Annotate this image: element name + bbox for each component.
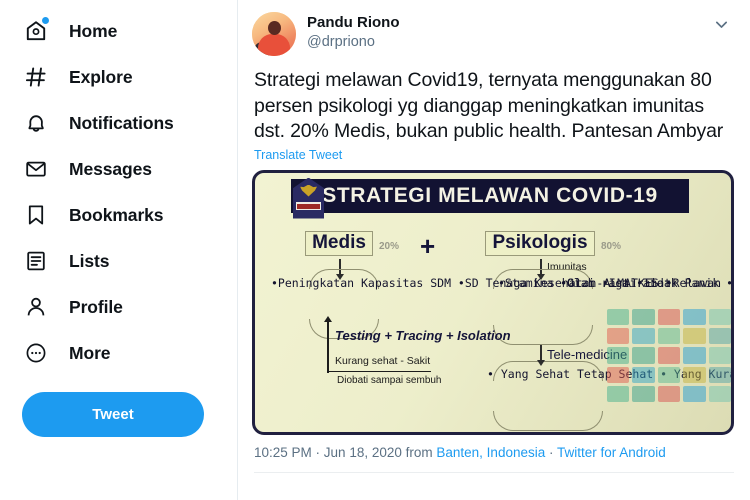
partner-logo <box>632 386 655 403</box>
sidebar-item-lists[interactable]: Lists <box>0 238 237 284</box>
partner-logo <box>632 308 655 325</box>
avatar-head <box>268 21 281 35</box>
partner-logo <box>683 366 706 384</box>
partner-logo <box>683 308 706 325</box>
partner-logo <box>657 386 681 403</box>
partner-logos-grid <box>607 308 731 403</box>
partner-logo <box>683 347 706 364</box>
partner-logo <box>708 366 731 384</box>
psikologis-percent: 80% <box>601 240 622 252</box>
sidebar-item-label: Messages <box>69 158 152 179</box>
sidebar-item-profile[interactable]: Profile <box>0 284 237 330</box>
tweet-media[interactable]: STRATEGI MELAWAN COVID-19 Medis 20% + Ps… <box>238 162 750 435</box>
translate-tweet-link[interactable]: Translate Tweet <box>238 145 750 162</box>
separator: · <box>545 444 557 460</box>
partner-logo <box>708 386 731 403</box>
medis-flow-line-horizontal <box>327 370 431 373</box>
sidebar-item-home[interactable]: Home <box>0 8 237 54</box>
partner-logo <box>607 327 630 345</box>
partner-logo <box>607 386 630 403</box>
partner-logo <box>607 347 630 364</box>
tweet-location-link[interactable]: Banten, Indonesia <box>436 445 545 460</box>
sidebar-item-label: Lists <box>69 250 110 271</box>
partner-logo <box>657 308 681 325</box>
tweet-client-link[interactable]: Twitter for Android <box>557 445 666 460</box>
sidebar-item-label: Home <box>69 20 118 41</box>
avatar-body <box>258 34 290 56</box>
sidebar-item-label: Notifications <box>69 112 174 133</box>
home-notification-dot <box>42 17 49 24</box>
tweet-metadata: 10:25 PM · Jun 18, 2020 from Banten, Ind… <box>238 435 750 460</box>
bell-icon <box>22 109 50 137</box>
medis-box: Medis <box>305 230 373 256</box>
plus-sign: + <box>420 230 436 261</box>
tweet-text: Strategi melawan Covid19, ternyata mengg… <box>254 69 724 142</box>
diobati-label: Diobati sampai sembuh <box>337 374 442 386</box>
chevron-down-icon <box>713 16 730 38</box>
medis-percent: 20% <box>379 240 400 252</box>
home-icon <box>22 17 50 45</box>
partner-logo <box>607 366 630 384</box>
medis-flow-line-vertical <box>324 315 331 373</box>
partner-logo <box>657 366 681 384</box>
bookmark-icon <box>22 201 50 229</box>
sidebar-item-more[interactable]: More <box>0 330 237 376</box>
sidebar-nav: Home Explore Notifications Messages Book… <box>0 0 238 500</box>
partner-logo <box>607 308 630 325</box>
more-circle-icon <box>22 339 50 367</box>
hashtag-icon <box>22 63 50 91</box>
author-display-name[interactable]: Pandu Riono <box>307 13 400 32</box>
psikologis-list-col2: •Olah raga •Tidak Panik •Gembira <box>560 275 734 290</box>
infographic-title-bar: STRATEGI MELAWAN COVID-19 <box>291 178 689 213</box>
author-names: Pandu Riono @drpriono <box>307 12 400 52</box>
partner-logo <box>683 327 706 345</box>
infographic-title: STRATEGI MELAWAN COVID-19 <box>322 183 658 207</box>
from-label: from <box>401 444 437 460</box>
sidebar-item-label: Profile <box>69 296 123 317</box>
person-icon <box>22 293 50 321</box>
list-icon <box>22 247 50 275</box>
sidebar-item-messages[interactable]: Messages <box>0 146 237 192</box>
twitter-app: Home Explore Notifications Messages Book… <box>0 0 750 500</box>
partner-logo <box>657 327 681 345</box>
tweet-compose-button[interactable]: Tweet <box>22 392 204 437</box>
partner-logo <box>657 347 681 364</box>
telemedicine-arrow <box>537 344 544 366</box>
psikologis-box: Psikologis <box>485 230 595 256</box>
partner-logo <box>683 386 706 403</box>
footer-divider <box>254 471 734 473</box>
kurang-sehat-label: Kurang sehat - Sakit <box>335 354 431 367</box>
sidebar-item-explore[interactable]: Explore <box>0 54 237 100</box>
sidebar-item-label: Explore <box>69 66 133 87</box>
partner-logo <box>632 347 655 364</box>
tweet-header: Pandu Riono @drpriono <box>238 0 750 56</box>
infographic-image[interactable]: STRATEGI MELAWAN COVID-19 Medis 20% + Ps… <box>252 169 734 435</box>
garuda-emblem-icon <box>293 177 324 219</box>
separator: · <box>311 444 324 460</box>
sidebar-item-label: More <box>69 342 111 363</box>
tweet-time: 10:25 PM <box>254 444 312 460</box>
tweet-overflow-menu-button[interactable] <box>706 12 736 42</box>
partner-logo <box>708 347 731 364</box>
sidebar-item-bookmarks[interactable]: Bookmarks <box>0 192 237 238</box>
sidebar-item-label: Bookmarks <box>69 204 164 225</box>
partner-logo <box>708 327 731 345</box>
author-handle[interactable]: @drpriono <box>307 33 400 52</box>
partner-logo <box>632 366 655 384</box>
sidebar-item-notifications[interactable]: Notifications <box>0 100 237 146</box>
avatar[interactable] <box>252 12 296 56</box>
tweet-date: Jun 18, 2020 <box>323 444 402 460</box>
partner-logo <box>632 327 655 345</box>
tweet-detail-column: Pandu Riono @drpriono Strategi melawan C… <box>238 0 750 500</box>
bracket-right-lower-bottom <box>493 410 603 431</box>
testing-tracing-isolation-label: Testing + Tracing + Isolation <box>335 327 511 343</box>
partner-logo <box>708 308 731 325</box>
envelope-icon <box>22 155 50 183</box>
